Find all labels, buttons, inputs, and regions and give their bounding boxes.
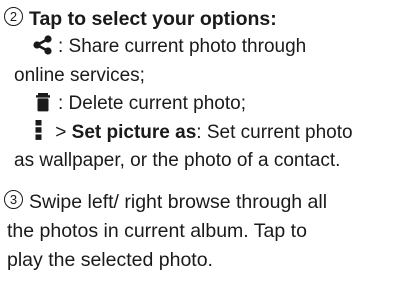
step-3-text: Swipe left/ right browse through all the…: [7, 188, 328, 275]
step-number-badge: 3: [4, 190, 23, 209]
step-2-header: 2 Tap to select your options:: [4, 5, 408, 33]
step-2-section: 2 Tap to select your options: : Share cu…: [4, 5, 408, 176]
step-heading: Tap to select your options:: [29, 8, 277, 30]
set-picture-prefix: >: [50, 121, 72, 143]
share-icon: [32, 34, 54, 56]
delete-option-text: : Delete current photo;: [58, 93, 246, 114]
more-vertical-icon: [32, 119, 46, 141]
options-list: : Share current photo through online ser…: [14, 33, 408, 176]
step-3-section: 3 Swipe left/ right browse through all t…: [4, 188, 408, 275]
step-3-line-1: Swipe left/ right browse through all: [29, 191, 328, 213]
delete-option: : Delete current photo;: [14, 90, 408, 119]
step-number-badge: 2: [4, 7, 23, 26]
set-picture-text: : Set current photo: [196, 121, 353, 143]
share-option-text: : Share current photo through: [58, 36, 307, 57]
step-3-header: 3 Swipe left/ right browse through all t…: [4, 188, 408, 275]
trash-icon: [32, 91, 54, 113]
share-option-continuation: online services;: [14, 64, 145, 86]
step-3-line-2: the photos in current album. Tap to: [7, 220, 307, 242]
share-option: : Share current photo through: [14, 33, 408, 62]
set-picture-option: > Set picture as: Set current photo: [14, 119, 408, 148]
step-3-line-3: play the selected photo.: [7, 249, 213, 271]
set-picture-continuation: as wallpaper, or the photo of a contact.: [14, 150, 341, 171]
set-picture-label: Set picture as: [71, 121, 197, 143]
